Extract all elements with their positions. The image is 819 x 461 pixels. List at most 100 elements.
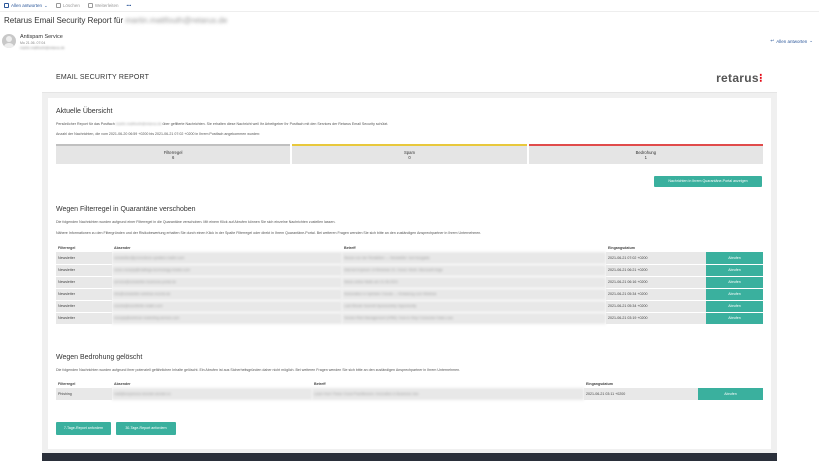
subject-text: Retarus Email Security Report für [4, 16, 124, 25]
rule-cell: Newsletter [56, 312, 112, 325]
overview-line1-a: Persönlicher Report für das Postfach [56, 122, 115, 126]
sender-cell: news-noreply@mailings-technology-insider… [112, 264, 342, 277]
stat-filterregel[interactable]: Filterregel 6 [56, 144, 291, 164]
overview-heading: Aktuelle Übersicht [56, 108, 113, 115]
subject-cell: Vendor Risk Management (VRM): How to Sto… [342, 312, 606, 325]
abrufen-button[interactable]: Abrufen [706, 312, 763, 325]
quarantine-line1: Die folgenden Nachrichten wurden aufgrun… [56, 220, 336, 224]
table-row: Phishing mail@suspicious-domain-sender.co… [56, 388, 763, 401]
quarantine-table: Filterregel Absender Betreff Eingangsdat… [56, 244, 763, 325]
quarantine-line2: Nähere Informationen zu den Filtergründe… [56, 231, 482, 235]
avatar [2, 34, 16, 48]
abrufen-button[interactable]: Abrufen [706, 276, 763, 289]
reply-all-label: Allen antworten [776, 38, 808, 44]
table-header-row: Filterregel Absender Betreff Eingangsdat… [56, 380, 763, 388]
logo-mark: ⁝ [758, 71, 763, 85]
stat-spam[interactable]: Spam 0 [292, 144, 527, 164]
column-header: Betreff [344, 246, 356, 250]
sender-cell: mail@suspicious-domain-sender.co [112, 388, 312, 401]
delete-toolbar-button[interactable]: Löschen [55, 3, 80, 8]
abrufen-button[interactable]: Abrufen [698, 388, 763, 401]
forward-icon [87, 3, 93, 8]
date-cell: 2021-06-21 03:11 +0200 [584, 388, 698, 401]
mail-subject: Retarus Email Security Report für martin… [4, 16, 227, 25]
column-header [706, 244, 763, 252]
report-header: EMAIL SECURITY REPORT retarus⁝ [42, 62, 777, 93]
sender-cell: noreply@webinar-marketing-service.com [112, 312, 342, 325]
threat-heading: Wegen Bedrohung gelöscht [56, 354, 143, 361]
rule-cell: Newsletter [56, 264, 112, 277]
column-header: Absender [114, 246, 131, 250]
rule-cell: Newsletter [56, 252, 112, 265]
reply-all-icon [4, 3, 9, 8]
logo-text: retarus [716, 71, 759, 85]
report-container: EMAIL SECURITY REPORT retarus⁝ Aktuelle … [42, 62, 777, 461]
column-header [698, 380, 763, 388]
sender-date: Mo 21.06. 07:04 [20, 41, 46, 45]
reply-all-toolbar-label: Allen antworten [11, 3, 43, 8]
date-cell: 2021-06-21 07:02 +0200 [606, 252, 706, 265]
table-row: Newsletter newsletter@promotions-updates-… [56, 252, 763, 265]
table-row: Newsletter noreply@webinar-marketing-serv… [56, 312, 763, 325]
reply-all-icon: ↩ [770, 38, 775, 43]
open-quarantine-portal-button[interactable]: Nachrichten in Ihrem Quarantäne-Portal a… [654, 176, 762, 187]
stats-bar: Filterregel 6 Spam 0 Bedrohung 1 [56, 144, 763, 164]
rule-cell: Newsletter [56, 300, 112, 313]
sender-cell: newsletter@promotions-updates-mailer.com [112, 252, 342, 265]
stat-value: 1 [644, 155, 647, 160]
sender-cell: events@eventbrite-mailer.com [112, 300, 342, 313]
rule-cell: Phishing [56, 388, 112, 401]
sender-cell: info@newsletter-webinar-events.de [112, 288, 342, 301]
table-row: Newsletter service@newsletter-business-po… [56, 276, 763, 289]
subject-cell: Neues von der Redaktion — Newsletter Jun… [342, 252, 606, 265]
table-row: Newsletter info@newsletter-webinar-events… [56, 288, 763, 301]
report-panel: Aktuelle Übersicht Persönlicher Report f… [48, 98, 771, 449]
quarantine-heading: Wegen Filterregel in Quarantäne verschob… [56, 206, 196, 213]
date-cell: 2021-06-21 06:16 +0200 [606, 276, 706, 289]
report-title: EMAIL SECURITY REPORT [56, 74, 150, 81]
subject-cell: News online Nette am 21.06.2021 [342, 276, 606, 289]
reply-all-toolbar-button[interactable]: Allen antworten ⌄ [4, 3, 48, 9]
column-header: Filterregel [58, 382, 76, 386]
stat-value: 6 [171, 155, 175, 160]
overview-line1-b: über gefilterte Nachrichten. Sie erhalte… [162, 122, 389, 126]
stat-bedrohung[interactable]: Bedrohung 1 [528, 144, 763, 164]
forward-label: Weiterleiten [94, 3, 119, 8]
forward-toolbar-button[interactable]: Weiterleiten [87, 3, 119, 8]
sender-recipient: martin.mattfouth@retarus.de [20, 46, 65, 50]
delete-label: Löschen [62, 3, 80, 8]
overview-address: martin.mattfouth@retarus.de [115, 122, 162, 126]
date-cell: 2021-06-21 05:34 +0200 [606, 300, 706, 313]
rule-cell: Newsletter [56, 276, 112, 289]
subject-cell: Automation in hybriden Clouds — Einladun… [342, 288, 606, 301]
subject-cell: Learn from These Cloud Practitioners: In… [312, 388, 584, 401]
subject-cell: Last Minute Summit Sponsorship Opportuni… [342, 300, 606, 313]
abrufen-button[interactable]: Abrufen [706, 264, 763, 277]
rule-cell: Newsletter [56, 288, 112, 301]
request-30-day-report-button[interactable]: 30-Tage-Report anfordern [116, 422, 176, 435]
subject-address: martin.mattfouth@retarus.de [125, 16, 228, 25]
reply-all-button[interactable]: ↩ Allen antworten ⌄ [770, 38, 813, 44]
column-header: Absender [114, 382, 131, 386]
overview-line1: Persönlicher Report für das Postfach mar… [56, 122, 388, 126]
overview-line2: Anzahl der Nachrichten, die vom 2021-06-… [56, 132, 260, 136]
date-cell: 2021-06-21 03:19 +0200 [606, 312, 706, 325]
table-row: Newsletter events@eventbrite-mailer.com La… [56, 300, 763, 313]
column-header: Betreff [314, 382, 326, 386]
subject-cell: Internet Explorer of Windows 10, Cloud, … [342, 264, 606, 277]
abrufen-button[interactable]: Abrufen [706, 252, 763, 265]
column-header: Eingangsdatum [608, 246, 635, 250]
date-cell: 2021-06-21 05:34 +0200 [606, 288, 706, 301]
date-cell: 2021-06-21 06:21 +0200 [606, 264, 706, 277]
sender-name: Antispam Service [20, 34, 63, 40]
mail-toolbar: Allen antworten ⌄ Löschen Weiterleiten •… [0, 0, 819, 12]
retarus-logo: retarus⁝ [716, 71, 763, 85]
abrufen-button[interactable]: Abrufen [706, 288, 763, 301]
more-button[interactable]: ••• [127, 3, 132, 8]
abrufen-button[interactable]: Abrufen [706, 300, 763, 313]
footer-bar [42, 453, 777, 461]
column-header: Eingangsdatum [586, 382, 613, 386]
column-header: Filterregel [58, 246, 76, 250]
table-row: Newsletter news-noreply@mailings-technolo… [56, 264, 763, 277]
request-7-day-report-button[interactable]: 7-Tage-Report anfordern [56, 422, 111, 435]
